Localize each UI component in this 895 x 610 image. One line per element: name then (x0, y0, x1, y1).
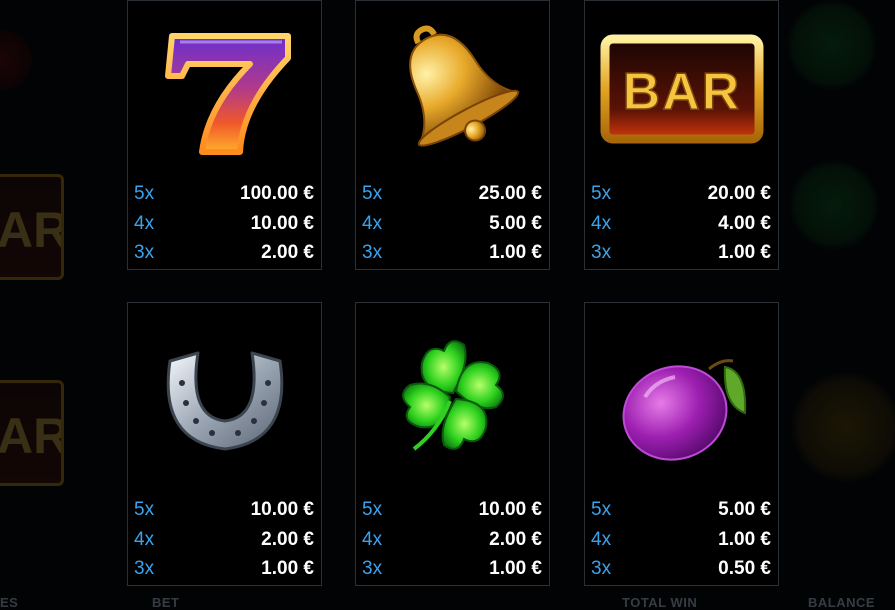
payout-amount: 2.00 € (489, 528, 542, 550)
bottom-status-bar: ES BET TOTAL WIN BALANCE (0, 594, 895, 610)
payout-amount: 10.00 € (250, 499, 314, 521)
bar-label: BAR (622, 63, 741, 121)
multiplier: 4x (134, 528, 155, 550)
payout-amount: 5.00 € (718, 499, 771, 521)
payout-table: 5x 25.00 € 4x 5.00 € 3x 1.00 € (362, 180, 542, 269)
payout-row: 4x 2.00 € (134, 525, 314, 555)
payout-amount: 1.00 € (489, 242, 542, 264)
multiplier: 4x (134, 212, 155, 234)
payout-row: 5x 25.00 € (362, 180, 542, 210)
paytable-card: 5x 100.00 € 4x 10.00 € 3x 2.00 € (127, 0, 322, 270)
multiplier: 4x (362, 528, 383, 550)
clover-icon (401, 339, 504, 451)
payout-table: 5x 5.00 € 4x 1.00 € 3x 0.50 € (591, 496, 771, 585)
multiplier: 5x (134, 183, 155, 205)
bottom-label: BET (152, 595, 180, 610)
seven-icon (164, 32, 291, 155)
multiplier: 5x (591, 499, 612, 521)
multiplier: 5x (591, 183, 612, 205)
payout-amount: 4.00 € (718, 212, 771, 234)
multiplier: 3x (134, 242, 155, 264)
payout-amount: 10.00 € (478, 499, 542, 521)
multiplier: 4x (362, 212, 383, 234)
payout-amount: 2.00 € (261, 528, 314, 550)
payout-amount: 2.00 € (261, 242, 314, 264)
payout-amount: 25.00 € (478, 183, 542, 205)
symbol-slot: BAR (585, 1, 778, 176)
multiplier: 4x (591, 212, 612, 234)
bottom-label: ES (0, 595, 19, 610)
paytable-card: 5x 5.00 € 4x 1.00 € 3x 0.50 € (584, 302, 779, 586)
background-reel-left: AR AR (0, 0, 100, 606)
horseshoe-icon (166, 351, 283, 450)
payout-amount: 1.00 € (718, 528, 771, 550)
background-bar-symbol: AR (0, 174, 64, 280)
payout-amount: 1.00 € (261, 558, 314, 580)
bottom-label: TOTAL WIN (622, 595, 698, 610)
payout-row: 5x 100.00 € (134, 180, 314, 210)
bell-icon (408, 25, 520, 147)
cherry-icon (0, 30, 32, 90)
clover-icon (789, 160, 879, 250)
bar-icon: BAR (600, 34, 763, 143)
payout-row: 5x 20.00 € (591, 180, 771, 210)
payout-table: 5x 10.00 € 4x 2.00 € 3x 1.00 € (134, 496, 314, 585)
symbol-slot (128, 1, 321, 176)
multiplier: 5x (134, 499, 155, 521)
payout-amount: 100.00 € (240, 183, 314, 205)
payout-row: 3x 0.50 € (591, 555, 771, 585)
background-bar-symbol: AR (0, 380, 64, 486)
payout-row: 5x 10.00 € (362, 496, 542, 526)
payout-row: 4x 5.00 € (362, 209, 542, 239)
payout-row: 4x 1.00 € (591, 525, 771, 555)
lemon-icon (791, 372, 895, 482)
paytable-card: BAR 5x 20.00 € 4x 4.00 € 3x 1.00 € (584, 0, 779, 270)
payout-row: 4x 10.00 € (134, 209, 314, 239)
symbol-slot (128, 303, 321, 488)
payout-amount: 0.50 € (718, 558, 771, 580)
payout-amount: 1.00 € (718, 242, 771, 264)
multiplier: 3x (591, 558, 612, 580)
payout-row: 3x 1.00 € (362, 239, 542, 269)
paytable-card: 5x 10.00 € 4x 2.00 € 3x 1.00 € (127, 302, 322, 586)
payout-amount: 20.00 € (707, 183, 771, 205)
multiplier: 5x (362, 183, 383, 205)
clover-icon (787, 0, 877, 90)
payout-row: 5x 5.00 € (591, 496, 771, 526)
payout-row: 3x 1.00 € (362, 555, 542, 585)
payout-table: 5x 100.00 € 4x 10.00 € 3x 2.00 € (134, 180, 314, 269)
payout-row: 3x 2.00 € (134, 239, 314, 269)
multiplier: 3x (591, 242, 612, 264)
multiplier: 5x (362, 499, 383, 521)
payout-table: 5x 10.00 € 4x 2.00 € 3x 1.00 € (362, 496, 542, 585)
multiplier: 3x (362, 242, 383, 264)
symbol-slot (585, 303, 778, 488)
plum-icon (622, 358, 746, 461)
payout-amount: 5.00 € (489, 212, 542, 234)
payout-amount: 1.00 € (489, 558, 542, 580)
payout-amount: 10.00 € (250, 212, 314, 234)
multiplier: 3x (362, 558, 383, 580)
payout-row: 4x 2.00 € (362, 525, 542, 555)
payout-row: 3x 1.00 € (134, 555, 314, 585)
background-reel-right (777, 0, 895, 606)
payout-row: 5x 10.00 € (134, 496, 314, 526)
paytable-card: 5x 25.00 € 4x 5.00 € 3x 1.00 € (355, 0, 550, 270)
symbol-slot (356, 1, 549, 176)
multiplier: 4x (591, 528, 612, 550)
paytable-card: 5x 10.00 € 4x 2.00 € 3x 1.00 € (355, 302, 550, 586)
payout-table: 5x 20.00 € 4x 4.00 € 3x 1.00 € (591, 180, 771, 269)
payout-row: 4x 4.00 € (591, 209, 771, 239)
symbol-slot (356, 303, 549, 488)
bottom-label: BALANCE (808, 595, 876, 610)
multiplier: 3x (134, 558, 155, 580)
payout-row: 3x 1.00 € (591, 239, 771, 269)
